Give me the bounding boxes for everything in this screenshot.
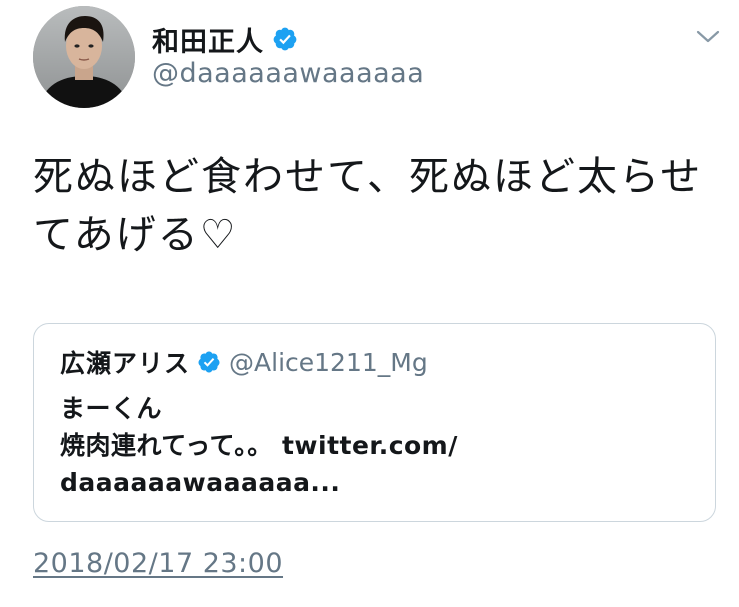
quoted-author-display-name: 広瀬アリス	[60, 349, 191, 378]
quoted-author-handle: @Alice1211_Mg	[229, 347, 428, 377]
quoted-tweet-card[interactable]: 広瀬アリス @Alice1211_Mg まーくん 焼肉連れてって。。 twitt…	[33, 323, 716, 522]
quoted-tweet-header: 広瀬アリス @Alice1211_Mg	[60, 344, 428, 380]
author-handle[interactable]: @daaaaaawaaaaaa	[152, 58, 424, 89]
tweet-card: 和田正人 @daaaaaawaaaaaa 死ぬほど食わせて、死ぬほど太らせてあげ…	[0, 0, 739, 607]
quoted-tweet-line: 焼肉連れてって。。 twitter.com/	[60, 431, 458, 460]
quoted-verified-badge-icon	[197, 350, 221, 374]
profile-photo	[33, 6, 135, 108]
chevron-down-icon[interactable]	[694, 26, 722, 48]
quoted-tweet-line: まーくん	[60, 394, 163, 423]
author-name-row: 和田正人	[152, 19, 298, 59]
quoted-tweet-text: まーくん 焼肉連れてって。。 twitter.com/ daaaaaawaaaa…	[60, 390, 660, 501]
quoted-tweet-line: daaaaaawaaaaaa...	[60, 468, 341, 497]
tweet-text: 死ぬほど食わせて、死ぬほど太らせてあげる♡	[33, 154, 703, 258]
verified-badge-icon	[272, 26, 298, 52]
author-display-name[interactable]: 和田正人	[152, 20, 264, 59]
avatar[interactable]	[33, 6, 135, 108]
tweet-timestamp[interactable]: 2018/02/17 23:00	[33, 548, 283, 579]
